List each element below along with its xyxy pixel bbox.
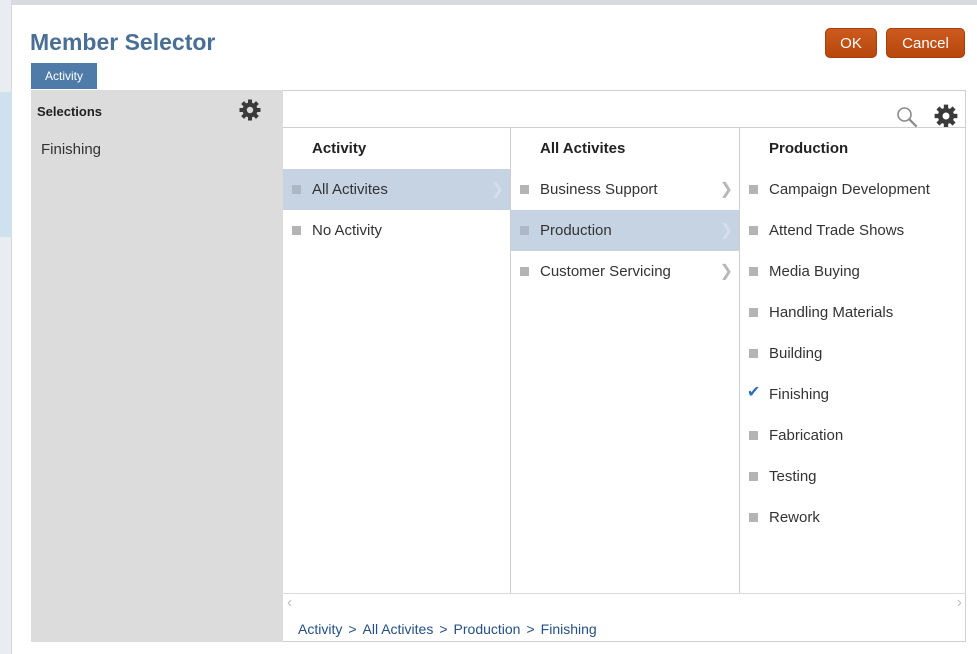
member-bullet — [749, 267, 758, 276]
breadcrumb-separator: > — [526, 621, 535, 637]
column-header: Activity — [312, 140, 367, 157]
member-bullet — [749, 226, 758, 235]
member-label: Fabrication — [769, 427, 844, 444]
member-label: No Activity — [312, 222, 383, 239]
member-row[interactable]: Testing — [740, 456, 966, 497]
breadcrumb-separator: > — [439, 621, 448, 637]
member-label: Rework — [769, 509, 820, 526]
member-bullet — [749, 513, 758, 522]
dimension-tab-activity[interactable]: Activity — [31, 63, 97, 89]
column-production: Production Campaign Development Attend T… — [740, 127, 966, 593]
member-bullet — [749, 472, 758, 481]
member-row[interactable]: Customer Servicing ❯ — [511, 251, 739, 292]
member-bullet — [749, 308, 758, 317]
member-label: Customer Servicing — [540, 263, 671, 280]
member-row[interactable]: All Activites ❯ — [283, 169, 510, 210]
checkmark-icon[interactable]: ✔ — [747, 383, 760, 403]
chevron-right-icon[interactable]: ❯ — [491, 179, 504, 199]
member-label: Campaign Development — [769, 181, 930, 198]
member-label: Building — [769, 345, 823, 362]
member-row[interactable]: Business Support ❯ — [511, 169, 739, 210]
scroll-left-icon[interactable]: ‹ — [287, 594, 292, 612]
background-window-stripe — [0, 92, 12, 237]
member-row[interactable]: Building — [740, 333, 966, 374]
column-header: All Activites — [540, 140, 626, 157]
member-label: Attend Trade Shows — [769, 222, 905, 239]
member-row[interactable]: Handling Materials — [740, 292, 966, 333]
member-label: All Activites — [312, 181, 388, 198]
member-bullet — [749, 185, 758, 194]
member-row[interactable]: Rework — [740, 497, 966, 538]
gear-icon[interactable] — [933, 103, 959, 129]
breadcrumb-separator: > — [348, 621, 357, 637]
member-row[interactable]: Attend Trade Shows — [740, 210, 966, 251]
column-header: Production — [769, 140, 849, 157]
chevron-right-icon[interactable]: ❯ — [720, 261, 733, 281]
member-bullet — [749, 349, 758, 358]
member-row[interactable]: No Activity — [283, 210, 510, 251]
selections-title: Selections — [37, 104, 103, 119]
member-row[interactable]: Fabrication — [740, 415, 966, 456]
member-row[interactable]: ✔ Finishing — [740, 374, 966, 415]
member-label: Testing — [769, 468, 817, 485]
cancel-button[interactable]: Cancel — [886, 28, 965, 58]
member-label: Handling Materials — [769, 304, 894, 321]
dialog-top-border — [12, 0, 977, 5]
member-bullet — [520, 267, 529, 276]
breadcrumb: Activity > All Activites > Production > Finish… — [298, 621, 597, 637]
member-bullet — [749, 431, 758, 440]
scroll-right-icon[interactable]: › — [957, 594, 962, 612]
gear-icon[interactable] — [238, 98, 262, 122]
member-row[interactable]: Media Buying — [740, 251, 966, 292]
selections-panel: Selections Finishing — [31, 90, 283, 642]
member-bullet — [292, 226, 301, 235]
breadcrumb-item[interactable]: Activity — [298, 621, 342, 637]
ok-button[interactable]: OK — [825, 28, 877, 58]
member-browser: Activity All Activites ❯ No Activity All… — [283, 90, 966, 642]
column-all-activites: All Activites Business Support ❯ Product… — [511, 127, 740, 593]
background-window-edge — [0, 0, 12, 654]
breadcrumb-item[interactable]: Production — [454, 621, 521, 637]
breadcrumb-item[interactable]: Finishing — [541, 621, 597, 637]
member-label: Finishing — [769, 386, 830, 403]
horizontal-scrollbar[interactable]: ‹ › — [283, 593, 966, 613]
chevron-right-icon[interactable]: ❯ — [720, 220, 733, 240]
member-label: Production — [540, 222, 612, 239]
dialog-title: Member Selector — [30, 29, 216, 55]
member-bullet — [292, 185, 301, 194]
member-bullet — [520, 226, 529, 235]
search-icon[interactable] — [895, 105, 919, 129]
member-row[interactable]: Campaign Development — [740, 169, 966, 210]
member-row[interactable]: Production ❯ — [511, 210, 739, 251]
breadcrumb-item[interactable]: All Activites — [363, 621, 434, 637]
member-bullet — [520, 185, 529, 194]
selection-item[interactable]: Finishing — [41, 141, 101, 158]
column-activity: Activity All Activites ❯ No Activity — [283, 127, 511, 593]
member-label: Business Support — [540, 181, 658, 198]
member-label: Media Buying — [769, 263, 860, 280]
chevron-right-icon[interactable]: ❯ — [720, 179, 733, 199]
